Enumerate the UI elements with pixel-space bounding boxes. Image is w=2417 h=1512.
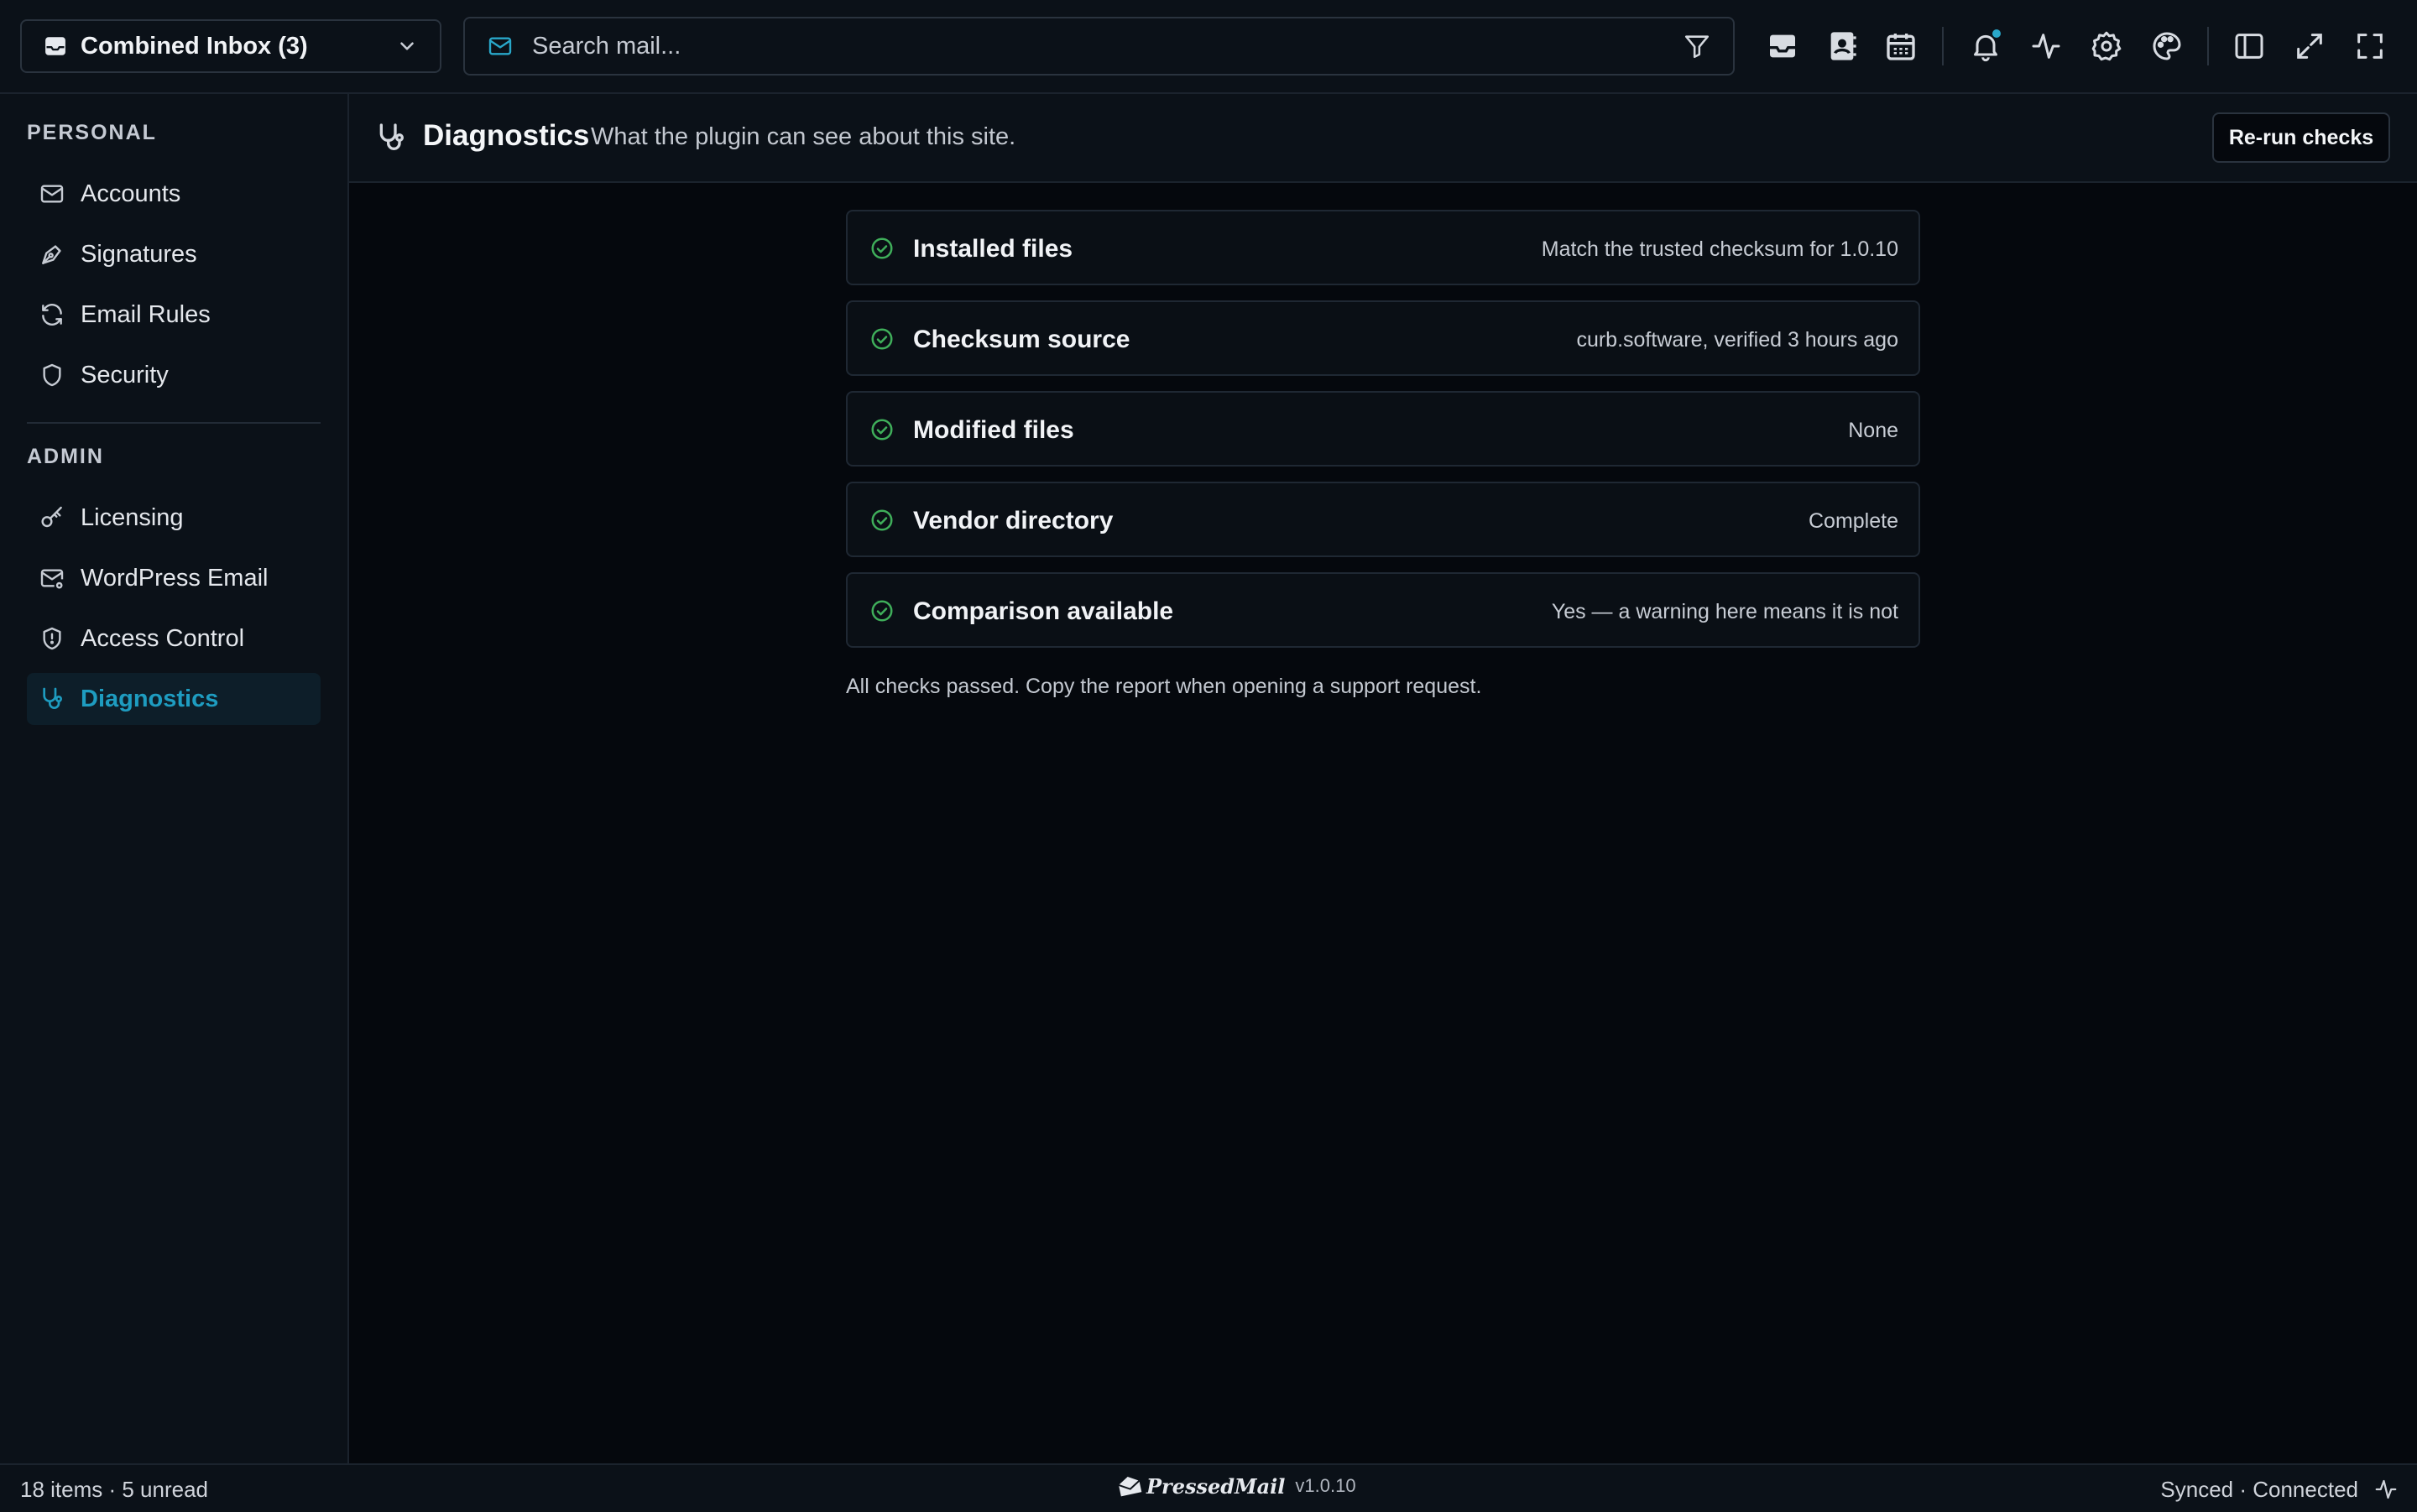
sidebar-divider [27, 422, 321, 424]
chevron-down-icon [396, 35, 418, 57]
sidebar-item-label: Security [81, 361, 169, 388]
check-value: None [1848, 419, 1898, 442]
sidebar-item-diagnostics[interactable]: Diagnostics [27, 673, 321, 725]
toolbar-divider [2207, 27, 2209, 65]
toolbar-divider [1942, 27, 1944, 65]
check-value: Match the trusted checksum for 1.0.10 [1541, 237, 1898, 261]
sidebar-item-label: Licensing [81, 503, 184, 531]
check-value: Complete [1809, 509, 1898, 533]
check-name: Checksum source [913, 326, 1130, 353]
brand: PressedMail v1.0.10 [1116, 1473, 1356, 1499]
item-count: 18 items · 5 unread [20, 1477, 209, 1502]
activity-icon[interactable] [2029, 29, 2063, 63]
key-icon [39, 504, 65, 531]
sidebar-item-label: Diagnostics [81, 685, 219, 712]
shield-icon [39, 362, 65, 388]
inbox-view-icon[interactable] [1766, 29, 1799, 63]
shield-alert-icon [39, 625, 65, 652]
refresh-icon [39, 301, 65, 328]
contacts-icon[interactable] [1825, 29, 1859, 63]
sidebar-toggle-icon[interactable] [2232, 29, 2266, 63]
sidebar-item-security[interactable]: Security [27, 349, 321, 401]
calendar-icon[interactable] [1884, 29, 1918, 63]
check-row-modified-files: Modified files None [846, 391, 1920, 467]
sidebar-item-label: Email Rules [81, 300, 211, 328]
inbox-selector-label: Combined Inbox (3) [81, 32, 308, 60]
check-circle-icon [869, 326, 895, 352]
page-header: Diagnostics What the plugin can see abou… [349, 94, 2417, 183]
search-input[interactable] [530, 31, 1683, 61]
check-name: Comparison available [913, 597, 1174, 625]
check-name: Modified files [913, 416, 1074, 444]
sidebar-item-signatures[interactable]: Signatures [27, 228, 321, 280]
version-label: v1.0.10 [1295, 1475, 1356, 1496]
mail-settings-icon [39, 565, 65, 592]
envelope-logo-icon [1116, 1473, 1143, 1499]
sidebar-item-email-rules[interactable]: Email Rules [27, 289, 321, 341]
check-row-checksum-source: Checksum source curb.software, verified … [846, 300, 1920, 376]
check-value: Yes — a warning here means it is not [1551, 600, 1898, 623]
sidebar-item-label: WordPress Email [81, 564, 269, 592]
mail-icon [487, 33, 514, 60]
diagnostics-summary: All checks passed. Copy the report when … [846, 675, 1482, 698]
check-circle-icon [869, 417, 895, 442]
top-bar: Combined Inbox (3) [0, 0, 2417, 94]
expand-icon[interactable] [2293, 29, 2326, 63]
check-row-comparison-available: Comparison available Yes — a warning her… [846, 572, 1920, 648]
diagnostics-check-list: Installed files Match the trusted checks… [846, 210, 1920, 663]
rerun-checks-button[interactable]: Re-run checks [2212, 112, 2390, 163]
section-heading-personal: PERSONAL [27, 121, 157, 144]
palette-icon[interactable] [2150, 29, 2184, 63]
page-title: Diagnostics [423, 119, 590, 152]
sidebar-item-label: Access Control [81, 624, 245, 652]
filter-icon[interactable] [1683, 32, 1711, 60]
brand-wordmark: PressedMail [1146, 1473, 1286, 1499]
activity-icon[interactable] [2373, 1477, 2399, 1502]
notification-dot [1992, 29, 2001, 38]
check-row-installed-files: Installed files Match the trusted checks… [846, 210, 1920, 285]
check-value: curb.software, verified 3 hours ago [1576, 328, 1898, 352]
check-circle-icon [869, 236, 895, 261]
search-bar [463, 17, 1735, 76]
sync-status: Synced · Connected [2160, 1477, 2358, 1502]
check-name: Vendor directory [913, 507, 1114, 534]
sidebar-item-wordpress-email[interactable]: WordPress Email [27, 552, 321, 604]
sidebar-item-label: Signatures [81, 240, 197, 268]
check-circle-icon [869, 508, 895, 533]
check-circle-icon [869, 598, 895, 623]
check-name: Installed files [913, 235, 1073, 263]
pen-nib-icon [39, 241, 65, 268]
check-row-vendor-directory: Vendor directory Complete [846, 482, 1920, 557]
stethoscope-icon [39, 686, 65, 712]
sidebar: PERSONAL Accounts Signatures Email Rules… [0, 94, 349, 1463]
mail-icon [39, 180, 65, 207]
status-bar: 18 items · 5 unread PressedMail v1.0.10 … [0, 1463, 2417, 1512]
sidebar-item-access-control[interactable]: Access Control [27, 613, 321, 665]
inbox-selector[interactable]: Combined Inbox (3) [20, 19, 441, 73]
sidebar-item-licensing[interactable]: Licensing [27, 492, 321, 544]
sidebar-item-accounts[interactable]: Accounts [27, 168, 321, 220]
fullscreen-icon[interactable] [2353, 29, 2387, 63]
bell-icon[interactable] [1969, 29, 2002, 63]
gear-icon[interactable] [2090, 29, 2123, 63]
inbox-icon [44, 34, 67, 58]
sidebar-item-label: Accounts [81, 180, 181, 207]
stethoscope-icon [374, 121, 408, 154]
section-heading-admin: ADMIN [27, 445, 104, 468]
page-subtitle: What the plugin can see about this site. [591, 123, 1016, 150]
